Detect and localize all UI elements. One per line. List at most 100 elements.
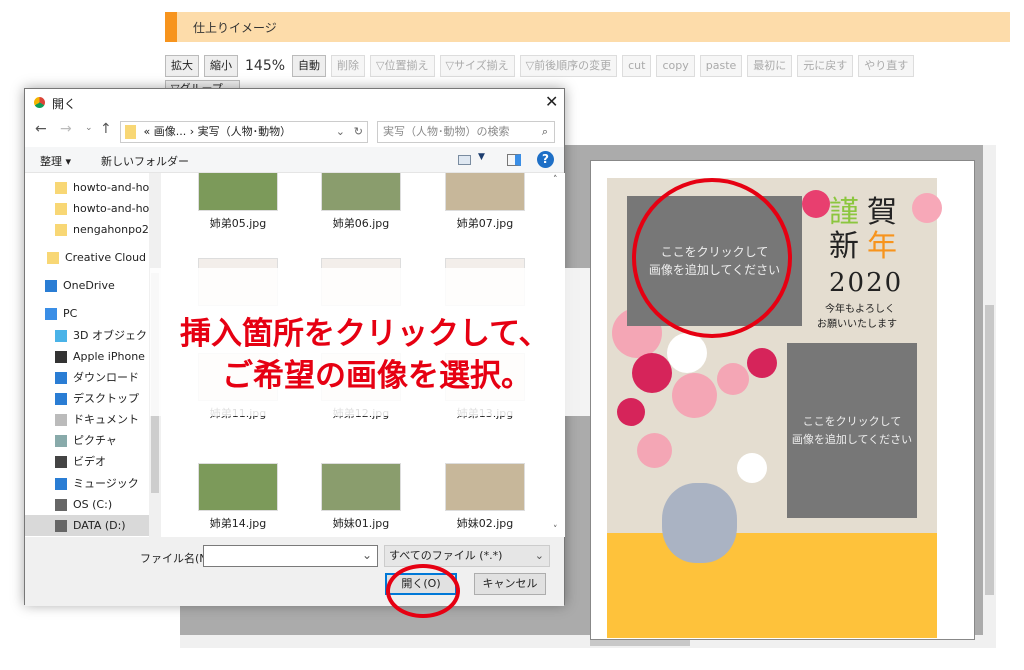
organize-button[interactable]: 整理 ▾	[40, 153, 71, 169]
delete-button[interactable]: 削除	[331, 55, 366, 77]
first-button[interactable]: 最初に	[747, 55, 793, 77]
desktop-icon	[55, 393, 67, 405]
sidebar-item[interactable]: ピクチャ	[25, 430, 149, 451]
copy-button[interactable]: copy	[656, 55, 695, 77]
image-thumbnail	[445, 173, 525, 211]
sidebar-item[interactable]: デスクトップ	[25, 388, 149, 409]
section-title: 仕上りイメージ	[193, 21, 277, 35]
folder-icon	[55, 203, 67, 215]
greeting-kanji: 年	[867, 229, 897, 264]
greeting-message-1: 今年もよろしく	[825, 304, 895, 315]
sidebar-item[interactable]: DATA (D:)	[25, 515, 149, 536]
forward-icon[interactable]: →	[60, 121, 72, 137]
preview-pane-icon[interactable]	[507, 154, 521, 166]
back-icon[interactable]: ←	[35, 121, 47, 137]
order-button[interactable]: ▽前後順序の変更	[519, 55, 618, 77]
greeting-year: 2020	[829, 268, 904, 298]
zoom-level: 145%	[245, 58, 286, 74]
sidebar-item[interactable]: PC	[25, 303, 149, 324]
sidebar-item[interactable]: howto-and-how	[25, 177, 149, 198]
sidebar-item[interactable]: OS (C:)	[25, 494, 149, 515]
file-item[interactable]: 姉弟06.jpg	[306, 173, 416, 231]
chevron-down-icon[interactable]: ▼	[478, 152, 485, 162]
sidebar-item[interactable]: Creative Cloud File	[25, 247, 149, 268]
undo-button[interactable]: 元に戻す	[797, 55, 854, 77]
instruction-overlay: 挿入箇所をクリックして、 ご希望の画像を選択。	[150, 268, 590, 416]
file-item[interactable]: 姉弟14.jpg	[183, 463, 293, 531]
paste-button[interactable]: paste	[699, 55, 743, 77]
help-icon[interactable]: ?	[537, 151, 554, 168]
toolbar: 拡大 縮小 145% 自動 削除 ▽位置揃え ▽サイズ揃え ▽前後順序の変更 c…	[165, 55, 915, 77]
greeting-message-2: お願いいたします	[817, 319, 897, 330]
file-item[interactable]: 姉妹01.jpg	[306, 463, 416, 531]
file-item[interactable]: 姉弟07.jpg	[430, 173, 540, 231]
chrome-icon	[33, 96, 46, 109]
folder-icon	[55, 182, 67, 194]
section-header: 仕上りイメージ	[165, 12, 1010, 42]
instruction-line-1: 挿入箇所をクリックして、	[180, 316, 550, 352]
sidebar-item[interactable]: ダウンロード	[25, 367, 149, 388]
greeting-kanji: 賀	[867, 195, 897, 230]
open-button-highlight-circle	[386, 564, 460, 618]
filetype-select[interactable]: すべてのファイル (*.*) ⌄	[384, 545, 550, 567]
card-bottom-band	[607, 533, 937, 638]
dialog-footer: ファイル名(N): ⌄ すべてのファイル (*.*) ⌄ 開く(O) キャンセル	[25, 537, 564, 606]
greeting-kanji: 新	[829, 229, 859, 264]
zoom-in-button[interactable]: 拡大	[165, 55, 199, 77]
image-thumbnail	[445, 463, 525, 511]
chevron-down-icon[interactable]: ⌄	[336, 122, 345, 142]
sidebar-item[interactable]: ドキュメント	[25, 409, 149, 430]
vertical-scrollbar[interactable]	[983, 145, 996, 635]
sidebar-item[interactable]: howto-and-how	[25, 198, 149, 219]
picture-icon	[55, 435, 67, 447]
cancel-button[interactable]: キャンセル	[474, 573, 546, 595]
image-thumbnail	[198, 463, 278, 511]
address-bar[interactable]: « 画像... › 実写（人物･動物） ⌄ ↻	[120, 121, 368, 143]
dialog-title: 開く	[52, 97, 77, 111]
cloud-icon	[45, 280, 57, 292]
recent-dropdown-icon[interactable]: ⌄	[85, 123, 93, 133]
file-item[interactable]: 姉弟05.jpg	[183, 173, 293, 231]
new-folder-button[interactable]: 新しいフォルダー	[101, 153, 189, 169]
up-icon[interactable]: ↑	[100, 121, 112, 137]
video-icon	[55, 456, 67, 468]
phone-icon	[55, 351, 67, 363]
navigation-pane: howto-and-howhowto-and-hownengahonpo202C…	[25, 173, 161, 537]
filename-input[interactable]: ⌄	[203, 545, 378, 567]
cut-button[interactable]: cut	[622, 55, 652, 77]
music-icon	[55, 478, 67, 490]
refresh-icon[interactable]: ↻	[354, 122, 363, 142]
image-thumbnail	[321, 173, 401, 211]
sidebar-item[interactable]: nengahonpo202	[25, 219, 149, 240]
search-icon: ⌕	[541, 125, 548, 138]
folder-icon	[125, 125, 136, 139]
instruction-line-2: ご希望の画像を選択。	[222, 358, 532, 394]
auto-button[interactable]: 自動	[292, 55, 327, 77]
view-options-icon[interactable]	[458, 155, 471, 165]
align-position-button[interactable]: ▽位置揃え	[370, 55, 435, 77]
redo-button[interactable]: やり直す	[858, 55, 915, 77]
search-input[interactable]: 実写（人物･動物）の検索 ⌕	[377, 121, 555, 143]
zoom-out-button[interactable]: 縮小	[204, 55, 238, 77]
file-item[interactable]: 姉妹02.jpg	[430, 463, 540, 531]
sidebar-item[interactable]: ビデオ	[25, 451, 149, 472]
sidebar-item[interactable]: Apple iPhone	[25, 346, 149, 367]
dialog-titlebar: 開く ✕	[25, 89, 564, 117]
breadcrumb-item[interactable]: 実写（人物･動物）	[198, 125, 292, 138]
align-size-button[interactable]: ▽サイズ揃え	[439, 55, 515, 77]
drive-icon	[55, 520, 67, 532]
creative-cloud-icon	[47, 252, 59, 264]
header-accent	[165, 12, 177, 42]
greeting-kanji: 謹	[829, 195, 859, 230]
cube-icon	[55, 330, 67, 342]
sidebar-item[interactable]: ミュージック	[25, 473, 149, 494]
sidebar-item[interactable]: OneDrive	[25, 275, 149, 296]
sidebar-item[interactable]: 3D オブジェクト	[25, 325, 149, 346]
close-icon[interactable]: ✕	[545, 92, 558, 111]
image-thumbnail	[321, 463, 401, 511]
mouse-illustration	[662, 483, 737, 563]
photo-placeholder-2[interactable]: ここをクリックして 画像を追加してください	[787, 343, 917, 518]
highlight-circle	[632, 178, 792, 338]
breadcrumb-item[interactable]: 画像...	[154, 125, 187, 138]
folder-icon	[55, 224, 67, 236]
